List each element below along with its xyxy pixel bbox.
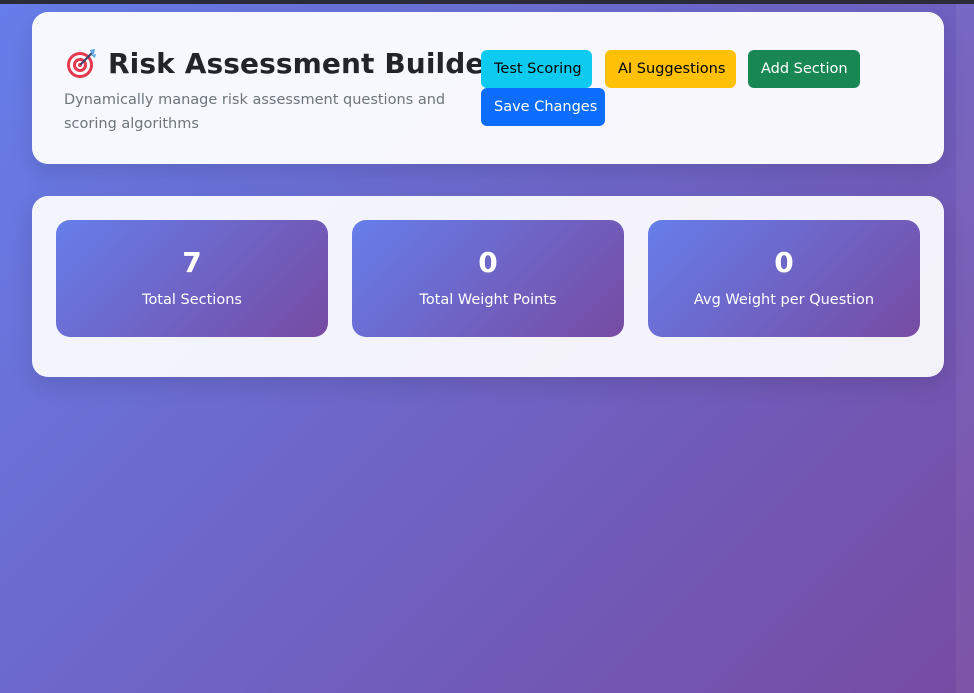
stat-total-weight-points: 0 Total Weight Points: [352, 220, 624, 337]
stat-value: 7: [182, 246, 202, 279]
stat-label: Avg Weight per Question: [693, 292, 875, 308]
stat-avg-weight-per-question: 0 Avg Weight per Question: [648, 220, 920, 337]
page-subtitle: Dynamically manage risk assessment quest…: [64, 92, 446, 132]
stats-panel: 7 Total Sections 0 Total Weight Points 0…: [32, 196, 944, 377]
window-top-bar: [0, 0, 974, 4]
stat-total-sections: 7 Total Sections: [56, 220, 328, 337]
save-changes-button[interactable]: Save Changes: [481, 88, 605, 126]
stat-label: Total Sections: [142, 292, 242, 308]
test-scoring-button[interactable]: Test Scoring: [481, 50, 592, 88]
scrollbar-track[interactable]: [956, 4, 974, 693]
target-icon: [64, 46, 98, 80]
ai-suggestions-button[interactable]: AI Suggestions: [605, 50, 736, 88]
header-card: Risk Assessment Builder Dynamically mana…: [32, 12, 944, 164]
stat-value: 0: [478, 246, 498, 279]
page-title: Risk Assessment Builder: [108, 46, 499, 80]
stat-value: 0: [774, 246, 794, 279]
title-block: Risk Assessment Builder Dynamically mana…: [64, 46, 498, 136]
stat-label: Total Weight Points: [419, 292, 557, 308]
add-section-button[interactable]: Add Section: [748, 50, 860, 88]
